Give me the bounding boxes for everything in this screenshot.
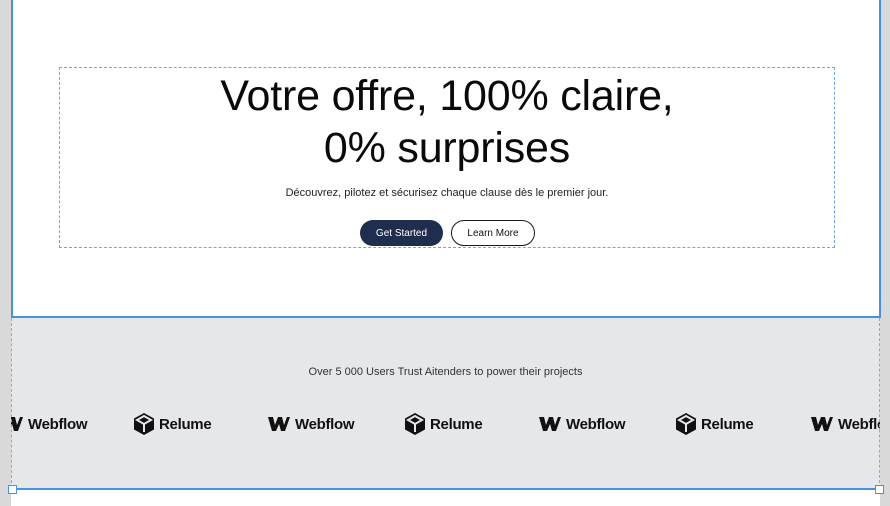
hero-title: Votre offre, 100% claire, 0% surprises [60, 70, 834, 174]
relume-icon [676, 413, 696, 435]
relume-icon [134, 413, 154, 435]
relume-icon [405, 413, 425, 435]
webflow-icon [268, 417, 290, 431]
logo-label: Relume [430, 415, 483, 433]
logo-label: Relume [701, 415, 754, 433]
frame-guide-left [11, 318, 12, 488]
logo-label: Webflow [295, 415, 355, 433]
get-started-button[interactable]: Get Started [360, 220, 443, 246]
resize-handle-top-right[interactable] [875, 485, 884, 494]
logo-label: Webflow [566, 415, 626, 433]
logo-label: Relume [159, 415, 212, 433]
logo-webflow: Webflow [11, 413, 88, 435]
hero-title-line-1: Votre offre, 100% claire, [220, 72, 674, 120]
resize-handle-top-left[interactable] [8, 485, 17, 494]
logo-webflow: Webflow [539, 413, 626, 435]
hero-content-frame[interactable]: Votre offre, 100% claire, 0% surprises D… [59, 67, 835, 248]
logo-relume: Relume [134, 413, 212, 435]
logo-webflow: Webflow [268, 413, 355, 435]
selected-frame-edge[interactable] [11, 488, 880, 506]
webflow-icon [539, 417, 561, 431]
webflow-icon [811, 417, 833, 431]
learn-more-button[interactable]: Learn More [451, 220, 535, 246]
webflow-icon [11, 417, 23, 431]
logos-section[interactable]: Over 5 000 Users Trust Aitenders to powe… [11, 318, 880, 488]
logo-label: Webflow [838, 415, 880, 433]
frame-guide-right [879, 318, 880, 488]
hero-section[interactable]: Votre offre, 100% claire, 0% surprises D… [11, 0, 881, 318]
logo-relume: Relume [405, 413, 483, 435]
logo-label: Webflow [28, 415, 88, 433]
hero-subtitle: Découvrez, pilotez et sécurisez chaque c… [285, 187, 609, 199]
trust-text: Over 5 000 Users Trust Aitenders to powe… [308, 366, 583, 378]
logo-webflow: Webflow [811, 413, 880, 435]
hero-title-line-2: 0% surprises [323, 124, 571, 172]
logo-relume: Relume [676, 413, 754, 435]
